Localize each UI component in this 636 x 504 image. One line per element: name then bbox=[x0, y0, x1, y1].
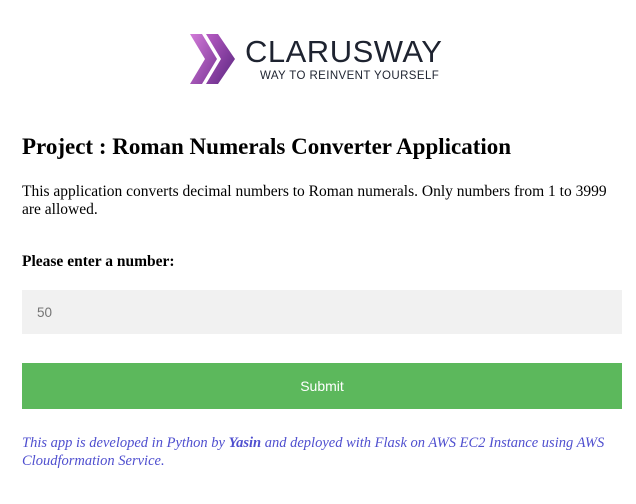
number-label: Please enter a number: bbox=[22, 253, 175, 270]
brand-tagline: WAY TO REINVENT YOURSELF bbox=[260, 70, 440, 82]
number-input[interactable] bbox=[22, 290, 622, 334]
app-description: This application converts decimal number… bbox=[22, 183, 607, 218]
clarusway-logo: CLARUSWAY WAY TO REINVENT YOURSELF bbox=[190, 32, 460, 88]
footer-credits: This app is developed in Python by Yasin… bbox=[22, 434, 622, 470]
page-title: Project : Roman Numerals Converter Appli… bbox=[22, 134, 512, 159]
clarusway-chevron-icon bbox=[190, 34, 235, 84]
submit-button[interactable]: Submit bbox=[22, 363, 622, 409]
footer-author: Yasin bbox=[228, 435, 262, 451]
brand-name: CLARUSWAY bbox=[245, 34, 443, 69]
footer-text-start: This app is developed in Python by bbox=[22, 435, 229, 451]
